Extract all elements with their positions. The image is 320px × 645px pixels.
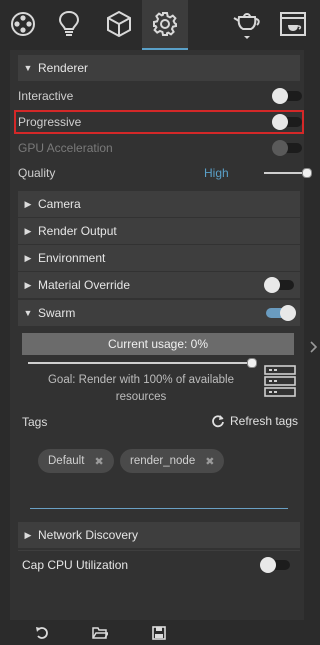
tab-scene[interactable] — [0, 0, 46, 48]
cap-cpu-row: Cap CPU Utilization — [22, 553, 292, 577]
collapse-triangle-icon: ▼ — [23, 63, 33, 73]
interactive-row: Interactive — [18, 84, 302, 108]
cube-icon — [107, 10, 131, 38]
refresh-icon — [212, 415, 224, 428]
quality-label: Quality — [18, 166, 56, 180]
toolbar — [0, 0, 318, 50]
expand-triangle-icon: ▶ — [24, 198, 32, 209]
expand-triangle-icon: ▶ — [24, 225, 32, 236]
camera-section-header[interactable]: ▶ Camera — [18, 191, 300, 217]
tab-geometry[interactable] — [96, 0, 142, 48]
chevron-right-icon[interactable] — [309, 341, 317, 353]
swarm-goal-text: Goal: Render with 100% of available reso… — [47, 374, 235, 403]
camera-title: Camera — [38, 197, 81, 211]
refresh-tags-label: Refresh tags — [230, 414, 299, 428]
interactive-label: Interactive — [18, 89, 74, 103]
swarm-toggle[interactable] — [266, 305, 296, 321]
swarm-title: Swarm — [38, 306, 76, 320]
material-override-title: Material Override — [38, 278, 131, 292]
remove-tag-icon[interactable]: ✖ — [94, 455, 103, 468]
tags-label: Tags — [22, 415, 48, 429]
tab-render-mode[interactable] — [224, 0, 270, 48]
network-discovery-title: Network Discovery — [38, 528, 139, 542]
tag-chip-default[interactable]: Default ✖ — [38, 449, 114, 473]
divider — [18, 550, 300, 551]
tab-settings[interactable] — [142, 0, 188, 50]
gpu-acceleration-row: GPU Acceleration — [18, 136, 302, 160]
quality-value: High — [204, 166, 229, 180]
renderer-title: Renderer — [38, 61, 89, 75]
server-rack-icon — [264, 365, 296, 397]
swarm-usage-slider-track[interactable] — [28, 362, 252, 364]
material-override-toggle[interactable] — [264, 277, 294, 293]
expand-triangle-icon: ▶ — [24, 529, 32, 540]
render-output-title: Render Output — [38, 224, 117, 238]
remove-tag-icon[interactable]: ✖ — [205, 455, 214, 468]
expand-triangle-icon: ▶ — [24, 279, 32, 290]
tag-input-field[interactable] — [30, 508, 288, 509]
tag-chip-label: Default — [48, 455, 85, 467]
expand-triangle-icon: ▶ — [24, 252, 32, 263]
save-icon[interactable] — [152, 626, 166, 640]
refresh-tags-button[interactable]: Refresh tags — [211, 414, 298, 428]
gpu-acceleration-label: GPU Acceleration — [18, 141, 113, 155]
undo-icon[interactable] — [35, 626, 49, 640]
lightbulb-icon — [58, 10, 80, 36]
progressive-highlight-box — [14, 110, 304, 134]
interactive-toggle[interactable] — [272, 88, 302, 104]
material-override-section-header[interactable]: ▶ Material Override — [18, 272, 300, 298]
swarm-usage-slider-handle[interactable] — [247, 358, 257, 368]
bottom-toolbar — [10, 622, 304, 645]
swarm-section-header[interactable]: ▼ Swarm — [18, 300, 300, 326]
tag-chip-render-node[interactable]: render_node ✖ — [120, 449, 225, 473]
cap-cpu-toggle[interactable] — [260, 557, 290, 573]
renderer-section-header[interactable]: ▼ Renderer — [18, 55, 300, 81]
environment-section-header[interactable]: ▶ Environment — [18, 245, 300, 271]
gpu-acceleration-toggle — [272, 140, 302, 156]
teapot-icon — [233, 13, 260, 39]
quality-slider-handle[interactable] — [302, 168, 312, 178]
network-discovery-section-header[interactable]: ▶ Network Discovery — [18, 522, 300, 548]
scene-tree-icon — [11, 12, 35, 36]
cap-cpu-label: Cap CPU Utilization — [22, 558, 129, 572]
environment-title: Environment — [38, 251, 106, 265]
tab-lighting[interactable] — [46, 0, 92, 48]
gear-icon — [153, 12, 177, 36]
render-window-icon — [280, 12, 306, 36]
collapse-triangle-icon: ▼ — [23, 308, 33, 318]
quality-row: Quality High — [18, 161, 312, 185]
current-usage-bar: Current usage: 0% — [22, 333, 294, 355]
open-folder-icon[interactable] — [92, 626, 108, 640]
tab-render-window[interactable] — [270, 0, 316, 48]
tag-chip-label: render_node — [130, 455, 196, 467]
render-output-section-header[interactable]: ▶ Render Output — [18, 218, 300, 244]
